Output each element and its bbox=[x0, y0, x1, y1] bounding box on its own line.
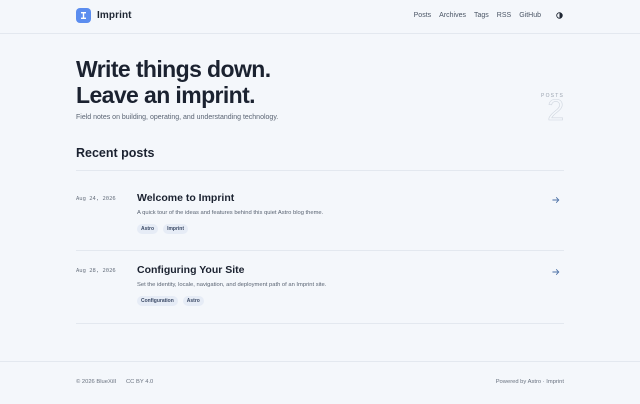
post-description: Set the identity, locale, navigation, an… bbox=[137, 282, 327, 288]
hero-title-line-2: Leave an imprint. bbox=[76, 82, 256, 108]
nav-rss[interactable]: RSS bbox=[497, 12, 511, 19]
footer-copyright: © 2026 BlueXiII bbox=[76, 379, 117, 385]
post-date: Aug 24, 2026 bbox=[76, 196, 116, 202]
hero-title-line-1: Write things down. bbox=[76, 56, 271, 82]
footer-left: © 2026 BlueXiII CC BY 4.0 bbox=[76, 379, 153, 385]
hero-subtitle: Field notes on building, operating, and … bbox=[76, 114, 279, 121]
divider bbox=[76, 250, 564, 251]
hero-title: Write things down. Leave an imprint. bbox=[76, 56, 376, 108]
post-date: Aug 28, 2026 bbox=[76, 268, 116, 274]
tag-imprint[interactable]: Imprint bbox=[163, 224, 189, 234]
post-tags: Astro Imprint bbox=[137, 224, 193, 234]
recent-posts-heading: Recent posts bbox=[76, 146, 155, 160]
footer-license-link[interactable]: CC BY 4.0 bbox=[126, 379, 153, 385]
posts-counter: POSTS 2 bbox=[541, 93, 564, 127]
arrow-right-icon[interactable] bbox=[552, 196, 560, 204]
post-tags: Configuration Astro bbox=[137, 296, 209, 306]
site-header: Imprint Posts Archives Tags RSS GitHub bbox=[0, 0, 640, 34]
brand-name: Imprint bbox=[97, 10, 132, 21]
nav-archives[interactable]: Archives bbox=[439, 12, 466, 19]
post-item[interactable]: Aug 24, 2026 Welcome to Imprint A quick … bbox=[76, 192, 564, 256]
nav-posts[interactable]: Posts bbox=[414, 12, 432, 19]
arrow-right-icon[interactable] bbox=[552, 268, 560, 276]
main-nav: Posts Archives Tags RSS GitHub bbox=[406, 11, 564, 20]
brand-link[interactable]: Imprint bbox=[76, 8, 132, 23]
divider bbox=[76, 170, 564, 171]
tag-astro[interactable]: Astro bbox=[137, 224, 159, 234]
footer-powered-by[interactable]: Powered by Astro · Imprint bbox=[496, 379, 564, 385]
theme-toggle-button[interactable] bbox=[555, 11, 564, 20]
post-description: A quick tour of the ideas and features b… bbox=[137, 210, 324, 216]
half-moon-icon bbox=[556, 12, 563, 19]
post-item[interactable]: Aug 28, 2026 Configuring Your Site Set t… bbox=[76, 264, 564, 328]
site-footer: © 2026 BlueXiII CC BY 4.0 Powered by Ast… bbox=[0, 361, 640, 404]
tag-configuration[interactable]: Configuration bbox=[137, 296, 178, 306]
post-title[interactable]: Configuring Your Site bbox=[137, 264, 245, 276]
tag-astro[interactable]: Astro bbox=[182, 296, 204, 306]
divider bbox=[76, 323, 564, 324]
nav-github[interactable]: GitHub bbox=[519, 12, 541, 19]
imprint-logo-icon bbox=[76, 8, 91, 23]
post-title[interactable]: Welcome to Imprint bbox=[137, 192, 234, 204]
nav-tags[interactable]: Tags bbox=[474, 12, 489, 19]
posts-counter-number: 2 bbox=[547, 94, 564, 127]
